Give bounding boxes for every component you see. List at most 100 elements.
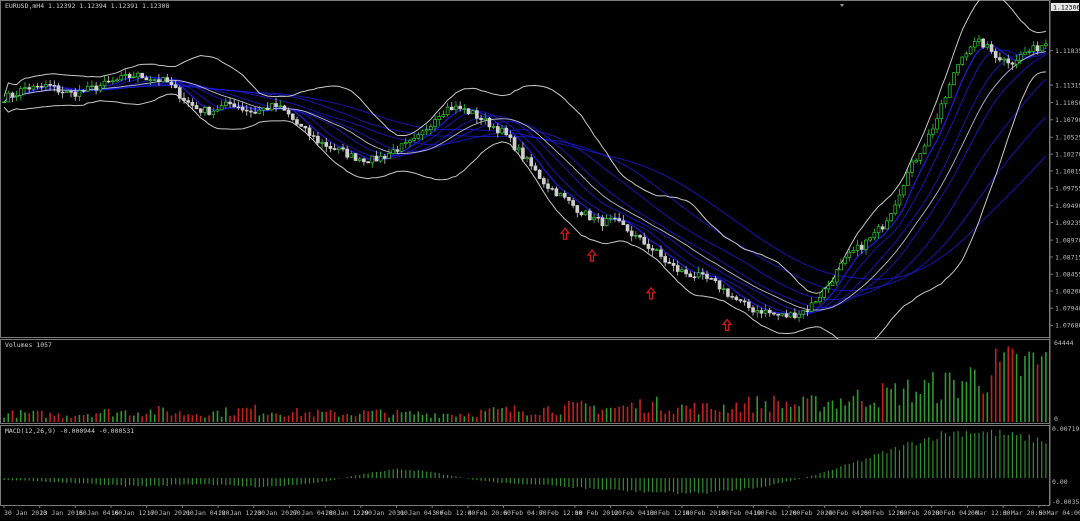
price-tick-label: 1.10790 (1055, 116, 1080, 124)
candle-body (357, 158, 362, 161)
candle-body (249, 110, 253, 113)
candle-body (35, 85, 40, 88)
candle-body (1010, 62, 1015, 65)
macd-axis-mid: 0.00 (1052, 478, 1068, 486)
candle-body (420, 130, 425, 136)
candle-body (1035, 45, 1040, 52)
candle-body (667, 261, 672, 264)
candle-body (701, 272, 705, 275)
candle-body (353, 153, 358, 161)
volume-axis-top: 64444 (1054, 339, 1074, 347)
price-tick-label: 1.08455 (1055, 270, 1080, 278)
candle-body (1044, 43, 1048, 46)
candle-body (575, 205, 580, 213)
candle-body (240, 106, 245, 111)
candle-body (776, 313, 780, 316)
candle-body (31, 85, 36, 90)
candle-body (119, 75, 124, 81)
candle-body (906, 171, 910, 186)
price-panel[interactable]: EURUSD,mH4 1.12392 1.12394 1.12391 1.123… (0, 0, 1050, 349)
price-tick-label: 1.11835 (1055, 47, 1080, 55)
trading-chart: EURUSD,mH4 1.12392 1.12394 1.12391 1.123… (0, 0, 1080, 517)
candle-body (738, 299, 743, 302)
candle-body (558, 193, 563, 197)
price-tick-label: 1.10525 (1055, 134, 1080, 142)
candle-body (14, 94, 19, 97)
candle-body (85, 85, 90, 92)
candle-body (625, 224, 630, 232)
candle-body (445, 106, 450, 115)
candle-body (458, 105, 462, 110)
candle-body (508, 134, 513, 138)
candle-body (320, 142, 324, 144)
candle-body (567, 196, 571, 201)
candle-body (684, 269, 688, 275)
candle-body (709, 278, 714, 280)
price-tick-label: 1.07680 (1055, 322, 1080, 330)
candle-body (901, 185, 906, 196)
candle-body (533, 165, 538, 171)
candle-body (366, 161, 370, 164)
candle-body (726, 288, 730, 297)
candle-body (512, 137, 517, 151)
candle-body (2, 101, 6, 104)
candle-body (1014, 59, 1019, 65)
price-tick-label: 1.10270 (1055, 150, 1080, 158)
candle-body (960, 56, 965, 65)
candle-body (943, 97, 948, 105)
candle-body (529, 157, 534, 167)
macd-panel[interactable]: MACD(12,26,9) -0.000944 -0.000531 0.0071… (0, 425, 1080, 506)
candle-body (629, 230, 634, 237)
candle-body (19, 88, 23, 96)
candle-body (688, 273, 693, 278)
candle-body (751, 307, 755, 313)
candle-body (516, 147, 521, 151)
candle-body (964, 53, 969, 58)
candle-body (270, 103, 274, 111)
price-tick-label: 1.07940 (1055, 305, 1080, 313)
candle-body (793, 312, 797, 318)
candle-body (755, 310, 760, 313)
candle-body (830, 281, 835, 286)
price-tick-label: 1.09755 (1055, 185, 1080, 193)
candle-body (316, 135, 320, 144)
volume-label: Volumes 1057 (5, 341, 52, 349)
macd-axis-bottom: -0.003580 (1052, 498, 1080, 506)
candle-body (232, 103, 237, 108)
candle-body (387, 153, 391, 159)
candle-body (797, 313, 801, 318)
candle-body (742, 300, 747, 303)
candle-body (39, 86, 44, 88)
candle-body (780, 313, 785, 316)
candle-body (500, 127, 504, 134)
candle-body (73, 91, 78, 97)
candle-body (747, 301, 751, 309)
candle-body (290, 113, 295, 120)
candle-body (437, 116, 442, 120)
candle-body (922, 145, 927, 155)
candle-body (198, 108, 203, 113)
candle-body (148, 79, 153, 81)
candle-body (596, 217, 601, 219)
candle-body (462, 108, 467, 110)
candle-body (588, 210, 592, 221)
candle-body (295, 119, 299, 125)
candle-body (977, 38, 981, 42)
candle-body (788, 312, 793, 318)
volume-panel[interactable]: Volumes 1057 64444 0 (0, 339, 1074, 424)
candle-body (910, 161, 914, 173)
candle-body (1039, 45, 1044, 52)
candle-body (236, 106, 241, 109)
candle-body (115, 79, 119, 82)
candle-body (889, 213, 893, 222)
candle-body (834, 269, 839, 283)
candle-body (859, 244, 864, 250)
candle-body (767, 309, 772, 314)
candle-body (642, 236, 647, 245)
candle-body (952, 72, 956, 86)
candle-body (696, 272, 701, 278)
candle-body (822, 288, 826, 298)
candle-body (278, 105, 283, 108)
candle-body (487, 117, 492, 128)
candle-body (131, 76, 136, 79)
